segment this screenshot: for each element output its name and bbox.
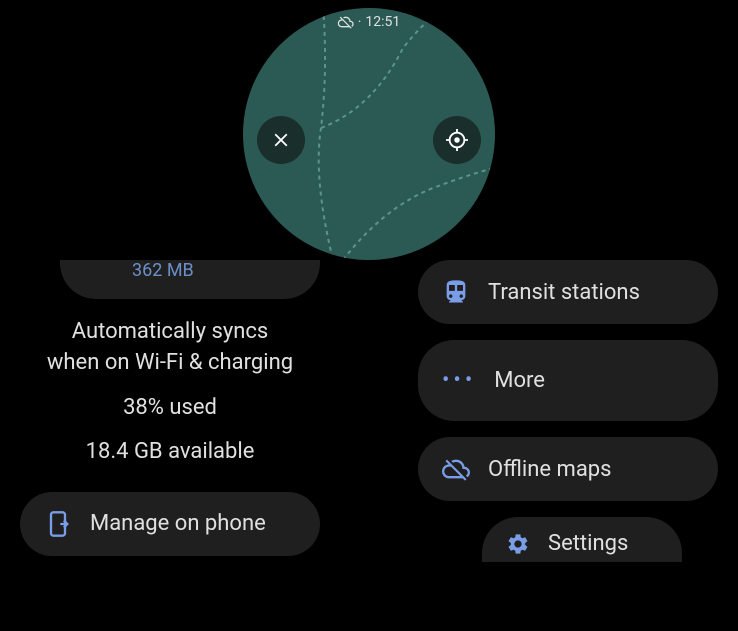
more-icon: ••• (442, 368, 476, 393)
manage-on-phone-button[interactable]: Manage on phone (20, 492, 320, 556)
locate-icon (446, 129, 468, 151)
watch-map-face[interactable]: · 12:51 (243, 8, 495, 260)
right-column: Transit stations ••• More Offline maps S… (418, 260, 718, 562)
locate-button[interactable] (433, 116, 481, 164)
storage-available: 18.4 GB available (20, 437, 320, 468)
transit-icon (442, 278, 470, 306)
usage-percent: 38% used (20, 393, 320, 424)
cloud-off-icon (338, 14, 354, 30)
gear-icon (506, 532, 530, 556)
manage-label: Manage on phone (90, 511, 266, 537)
close-button[interactable] (257, 116, 305, 164)
phone-icon (44, 510, 72, 538)
status-bar: · 12:51 (338, 14, 401, 30)
storage-size: 362 MB (132, 260, 194, 281)
offline-label: Offline maps (488, 457, 612, 482)
cloud-off-icon (442, 455, 470, 483)
more-button[interactable]: ••• More (418, 340, 718, 421)
transit-stations-button[interactable]: Transit stations (418, 260, 718, 324)
transit-label: Transit stations (488, 280, 640, 305)
more-label: More (494, 368, 545, 393)
status-dot: · (358, 14, 362, 30)
offline-maps-button[interactable]: Offline maps (418, 437, 718, 501)
close-icon (270, 129, 292, 151)
sync-info: Automatically syncs when on Wi-Fi & char… (20, 317, 320, 379)
storage-item[interactable]: 362 MB (60, 260, 320, 299)
status-time: 12:51 (365, 14, 400, 30)
left-column: 362 MB Automatically syncs when on Wi-Fi… (20, 260, 320, 572)
settings-button[interactable]: Settings (482, 517, 682, 562)
settings-label: Settings (548, 531, 628, 556)
